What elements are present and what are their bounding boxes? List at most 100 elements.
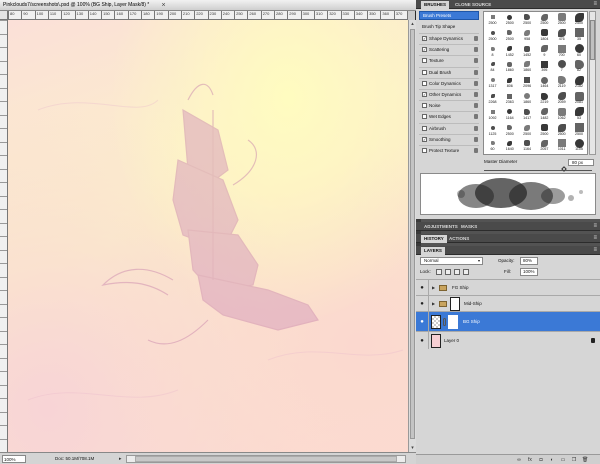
brush-option-item[interactable]: ✓ Other Dynamics — [419, 89, 479, 98]
brush-preset[interactable]: 395 — [536, 59, 553, 73]
horizontal-scrollbar[interactable] — [126, 455, 406, 463]
link-icon[interactable] — [443, 318, 446, 326]
brush-preset[interactable]: 2057 — [536, 138, 553, 152]
opacity-field[interactable]: 80% — [520, 257, 538, 265]
checkbox[interactable] — [422, 148, 427, 153]
brush-preset[interactable]: 2096 — [519, 75, 536, 89]
fx-icon[interactable]: fx — [527, 457, 533, 463]
mask-icon[interactable]: ◘ — [538, 457, 544, 463]
checkbox[interactable] — [422, 125, 427, 131]
lock-icon[interactable] — [474, 103, 478, 109]
lock-icon[interactable] — [474, 80, 478, 86]
vertical-scroll-thumb[interactable] — [410, 29, 415, 439]
horizontal-ruler[interactable]: 80 90 100 110 120 130 140 150 160 170 180 190 200 210… — [8, 11, 408, 20]
brush-option-item[interactable]: Airbrush — [419, 122, 479, 132]
lock-icon[interactable] — [474, 58, 478, 64]
master-diameter-field[interactable]: 80 px — [568, 159, 594, 166]
brush-preset[interactable]: 2059 — [553, 91, 570, 105]
brush-preset[interactable]: 82 — [571, 59, 588, 73]
brush-preset[interactable]: 958 — [519, 28, 536, 42]
brush-option-item[interactable]: Protect Texture — [419, 145, 479, 154]
brush-preset[interactable]: 2182 — [571, 75, 588, 89]
brush-option-item[interactable]: ✓ Smoothing — [419, 133, 479, 143]
brush-grid-scroll-thumb[interactable] — [590, 20, 595, 60]
brush-preset[interactable]: 2500 — [571, 123, 588, 137]
eye-icon[interactable]: ● — [418, 300, 426, 308]
checkbox[interactable]: ✓ — [422, 92, 427, 97]
lock-icon[interactable] — [474, 92, 478, 97]
link-icon[interactable]: ∞ — [516, 457, 522, 463]
brush-preset[interactable]: 35 — [571, 28, 588, 42]
brush-preset[interactable]: 806 — [501, 75, 518, 89]
brush-option-item[interactable]: ✓ Scattering — [419, 44, 479, 53]
brush-preset[interactable]: 2500 — [519, 123, 536, 137]
lock-position-icon[interactable] — [454, 269, 460, 275]
brush-grid-scrollbar[interactable] — [589, 11, 596, 155]
checkbox[interactable]: ✓ — [422, 36, 427, 41]
zoom-field[interactable]: 100% — [2, 455, 26, 463]
brush-preset[interactable]: 8 — [484, 44, 501, 58]
brush-preset[interactable]: 1804 — [536, 28, 553, 42]
brush-preset[interactable]: 1464 — [536, 75, 553, 89]
brush-preset[interactable]: 53 — [571, 107, 588, 121]
checkbox[interactable] — [422, 114, 427, 120]
panel-menu-icon[interactable]: ≡ — [593, 1, 597, 8]
fill-field[interactable]: 100% — [520, 268, 538, 276]
brush-option-item[interactable]: Noise — [419, 100, 479, 109]
canvas[interactable] — [8, 20, 408, 452]
brush-preset[interactable]: 2081 — [571, 91, 588, 105]
ruler-origin[interactable] — [0, 11, 8, 20]
adjustments-menu-icon[interactable]: ≡ — [593, 223, 597, 230]
lock-icon[interactable] — [474, 125, 478, 131]
brush-preset[interactable]: 700 — [553, 44, 570, 58]
brush-preset-grid[interactable]: 2500 2500 2500 2500 2500 2500 2500 2500 958 1804 4… — [483, 11, 588, 155]
brush-preset[interactable]: 1125 — [484, 123, 501, 137]
brush-option-item[interactable]: Color Dynamics — [419, 77, 479, 87]
brush-preset[interactable]: 1482 — [536, 107, 553, 121]
brush-preset[interactable]: 2500 — [484, 28, 501, 42]
checkbox[interactable] — [422, 69, 427, 75]
brush-preset[interactable]: 1164 — [519, 138, 536, 152]
checkbox[interactable] — [422, 58, 427, 64]
brush-preset[interactable]: 1860 — [501, 59, 518, 73]
lock-icon[interactable] — [474, 69, 478, 75]
group-icon[interactable]: ▭ — [560, 457, 566, 463]
status-menu-arrow-icon[interactable]: ▸ — [119, 455, 122, 463]
adjustment-icon[interactable]: ◐ — [549, 457, 555, 463]
brush-preset[interactable]: 1417 — [519, 107, 536, 121]
brush-preset[interactable]: 1317 — [484, 75, 501, 89]
brush-preset[interactable]: 1011 — [553, 138, 570, 152]
brush-preset[interactable]: 2500 — [501, 12, 518, 26]
brush-preset[interactable]: 84 — [484, 59, 501, 73]
brush-option-item[interactable]: Wet Edges — [419, 111, 479, 120]
brush-preset[interactable]: 9 — [536, 44, 553, 58]
layer-thumbnail[interactable] — [431, 315, 441, 329]
checkbox[interactable] — [422, 103, 427, 109]
brush-preset[interactable]: 2500 — [484, 12, 501, 26]
expand-group-icon[interactable]: ▶ — [432, 301, 435, 306]
brush-preset[interactable]: 2500 — [571, 12, 588, 26]
brush-preset[interactable]: 60 — [484, 138, 501, 152]
brush-preset[interactable]: 1640 — [501, 138, 518, 152]
lock-pixels-icon[interactable] — [445, 269, 451, 275]
tab-history[interactable]: HISTORY — [421, 235, 447, 243]
brush-preset[interactable]: 2500 — [501, 28, 518, 42]
brush-tip-shape-item[interactable]: Brush Tip Shape — [419, 23, 479, 31]
layer-mask-thumbnail[interactable] — [450, 297, 460, 311]
scroll-down-icon[interactable]: ▾ — [409, 444, 416, 452]
brush-preset[interactable]: 2500 — [553, 12, 570, 26]
layer-row[interactable]: ● ▶ FG Ship — [416, 279, 600, 295]
layers-menu-icon[interactable]: ≡ — [593, 247, 597, 254]
brush-preset[interactable]: 2500 — [536, 123, 553, 137]
lock-transparency-icon[interactable] — [436, 269, 442, 275]
vertical-ruler[interactable] — [0, 20, 8, 452]
tab-brushes[interactable]: BRUSHES — [421, 1, 450, 9]
checkbox[interactable]: ✓ — [422, 136, 427, 142]
eye-icon[interactable]: ● — [418, 284, 426, 292]
lock-all-icon[interactable] — [463, 269, 469, 275]
brush-option-item[interactable]: Texture — [419, 55, 479, 64]
brush-preset[interactable]: 7 — [553, 59, 570, 73]
brush-preset[interactable]: 2119 — [553, 75, 570, 89]
tab-masks[interactable]: MASKS — [458, 223, 480, 231]
horizontal-scroll-thumb[interactable] — [135, 456, 397, 462]
